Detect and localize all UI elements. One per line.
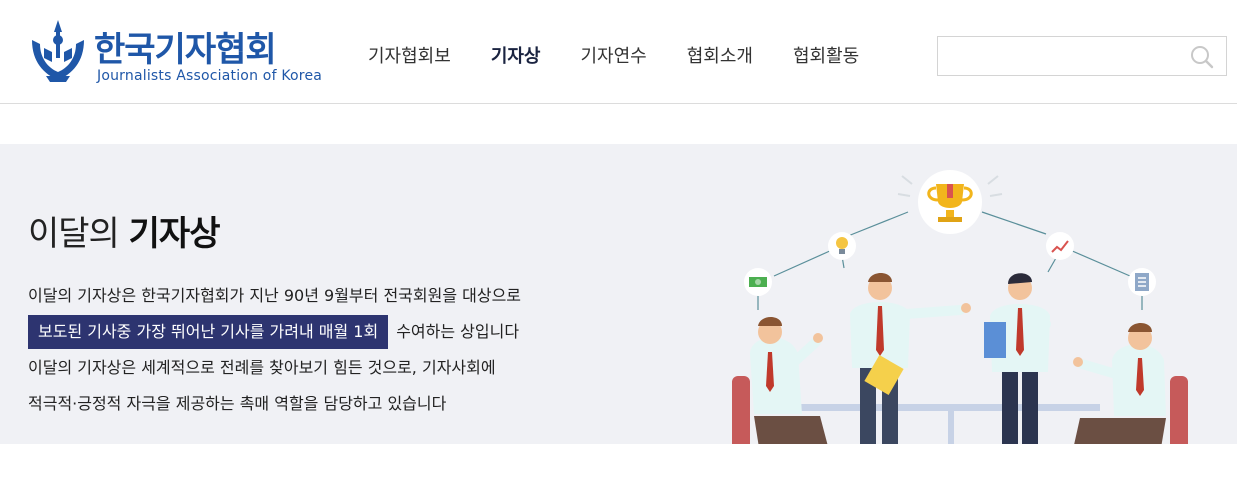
lightbulb-icon	[828, 232, 856, 260]
meeting-table	[800, 404, 1100, 444]
nav-item-activities[interactable]: 협회활동	[793, 42, 859, 68]
description-line-4: 적극적·긍정적 자극을 제공하는 촉매 역할을 담당하고 있습니다	[28, 394, 447, 413]
award-description: 이달의 기자상은 한국기자협회가 지난 90년 9월부터 전국회원을 대상으로 …	[28, 278, 521, 422]
main-nav: 기자협회보 기자상 기자연수 협회소개 협회활동	[368, 42, 899, 68]
description-line-1: 이달의 기자상은 한국기자협회가 지난 90년 9월부터 전국회원을 대상으로	[28, 286, 522, 305]
description-line-2-rest: 수여하는 상입니다	[396, 322, 520, 341]
team-award-illustration	[732, 170, 1188, 444]
person-left-seated	[732, 317, 828, 444]
hero-banner: 이달의 기자상 이달의 기자상은 한국기자협회가 지난 90년 9월부터 전국회…	[0, 144, 1237, 444]
logo-title-english: Journalists Association of Korea	[97, 68, 323, 84]
description-line-2: 보도된 기사중 가장 뛰어난 기사를 가려내 매월 1회 수여하는 상입니다	[28, 314, 521, 350]
nav-item-about[interactable]: 협회소개	[687, 42, 753, 68]
association-emblem-icon	[32, 20, 84, 82]
document-icon	[1128, 268, 1156, 296]
person-standing-right	[984, 273, 1051, 444]
nav-item-newspaper[interactable]: 기자협회보	[368, 42, 451, 68]
search-input[interactable]	[946, 43, 1176, 69]
page-title-prefix: 이달의	[28, 214, 120, 254]
page-title-bold: 기자상	[128, 214, 221, 254]
description-highlight: 보도된 기사중 가장 뛰어난 기사를 가려내 매월 1회	[28, 315, 389, 349]
money-icon	[744, 268, 772, 296]
search-icon[interactable]	[1190, 45, 1214, 69]
page-title: 이달의 기자상	[28, 206, 220, 255]
logo-title-korean: 한국기자협회	[94, 30, 277, 70]
site-logo[interactable]: 한국기자협회 Journalists Association of Korea	[26, 16, 336, 88]
growth-chart-icon	[1046, 232, 1074, 260]
person-right-seated	[1073, 323, 1188, 444]
nav-item-training[interactable]: 기자연수	[581, 42, 647, 68]
description-line-3: 이달의 기자상은 세계적으로 전례를 찾아보기 힘든 것으로, 기자사회에	[28, 358, 496, 377]
trophy-icon	[897, 170, 1003, 234]
search-box	[937, 36, 1227, 76]
site-header: 한국기자협회 Journalists Association of Korea …	[0, 0, 1237, 104]
nav-item-journalist-award[interactable]: 기자상	[491, 42, 541, 68]
